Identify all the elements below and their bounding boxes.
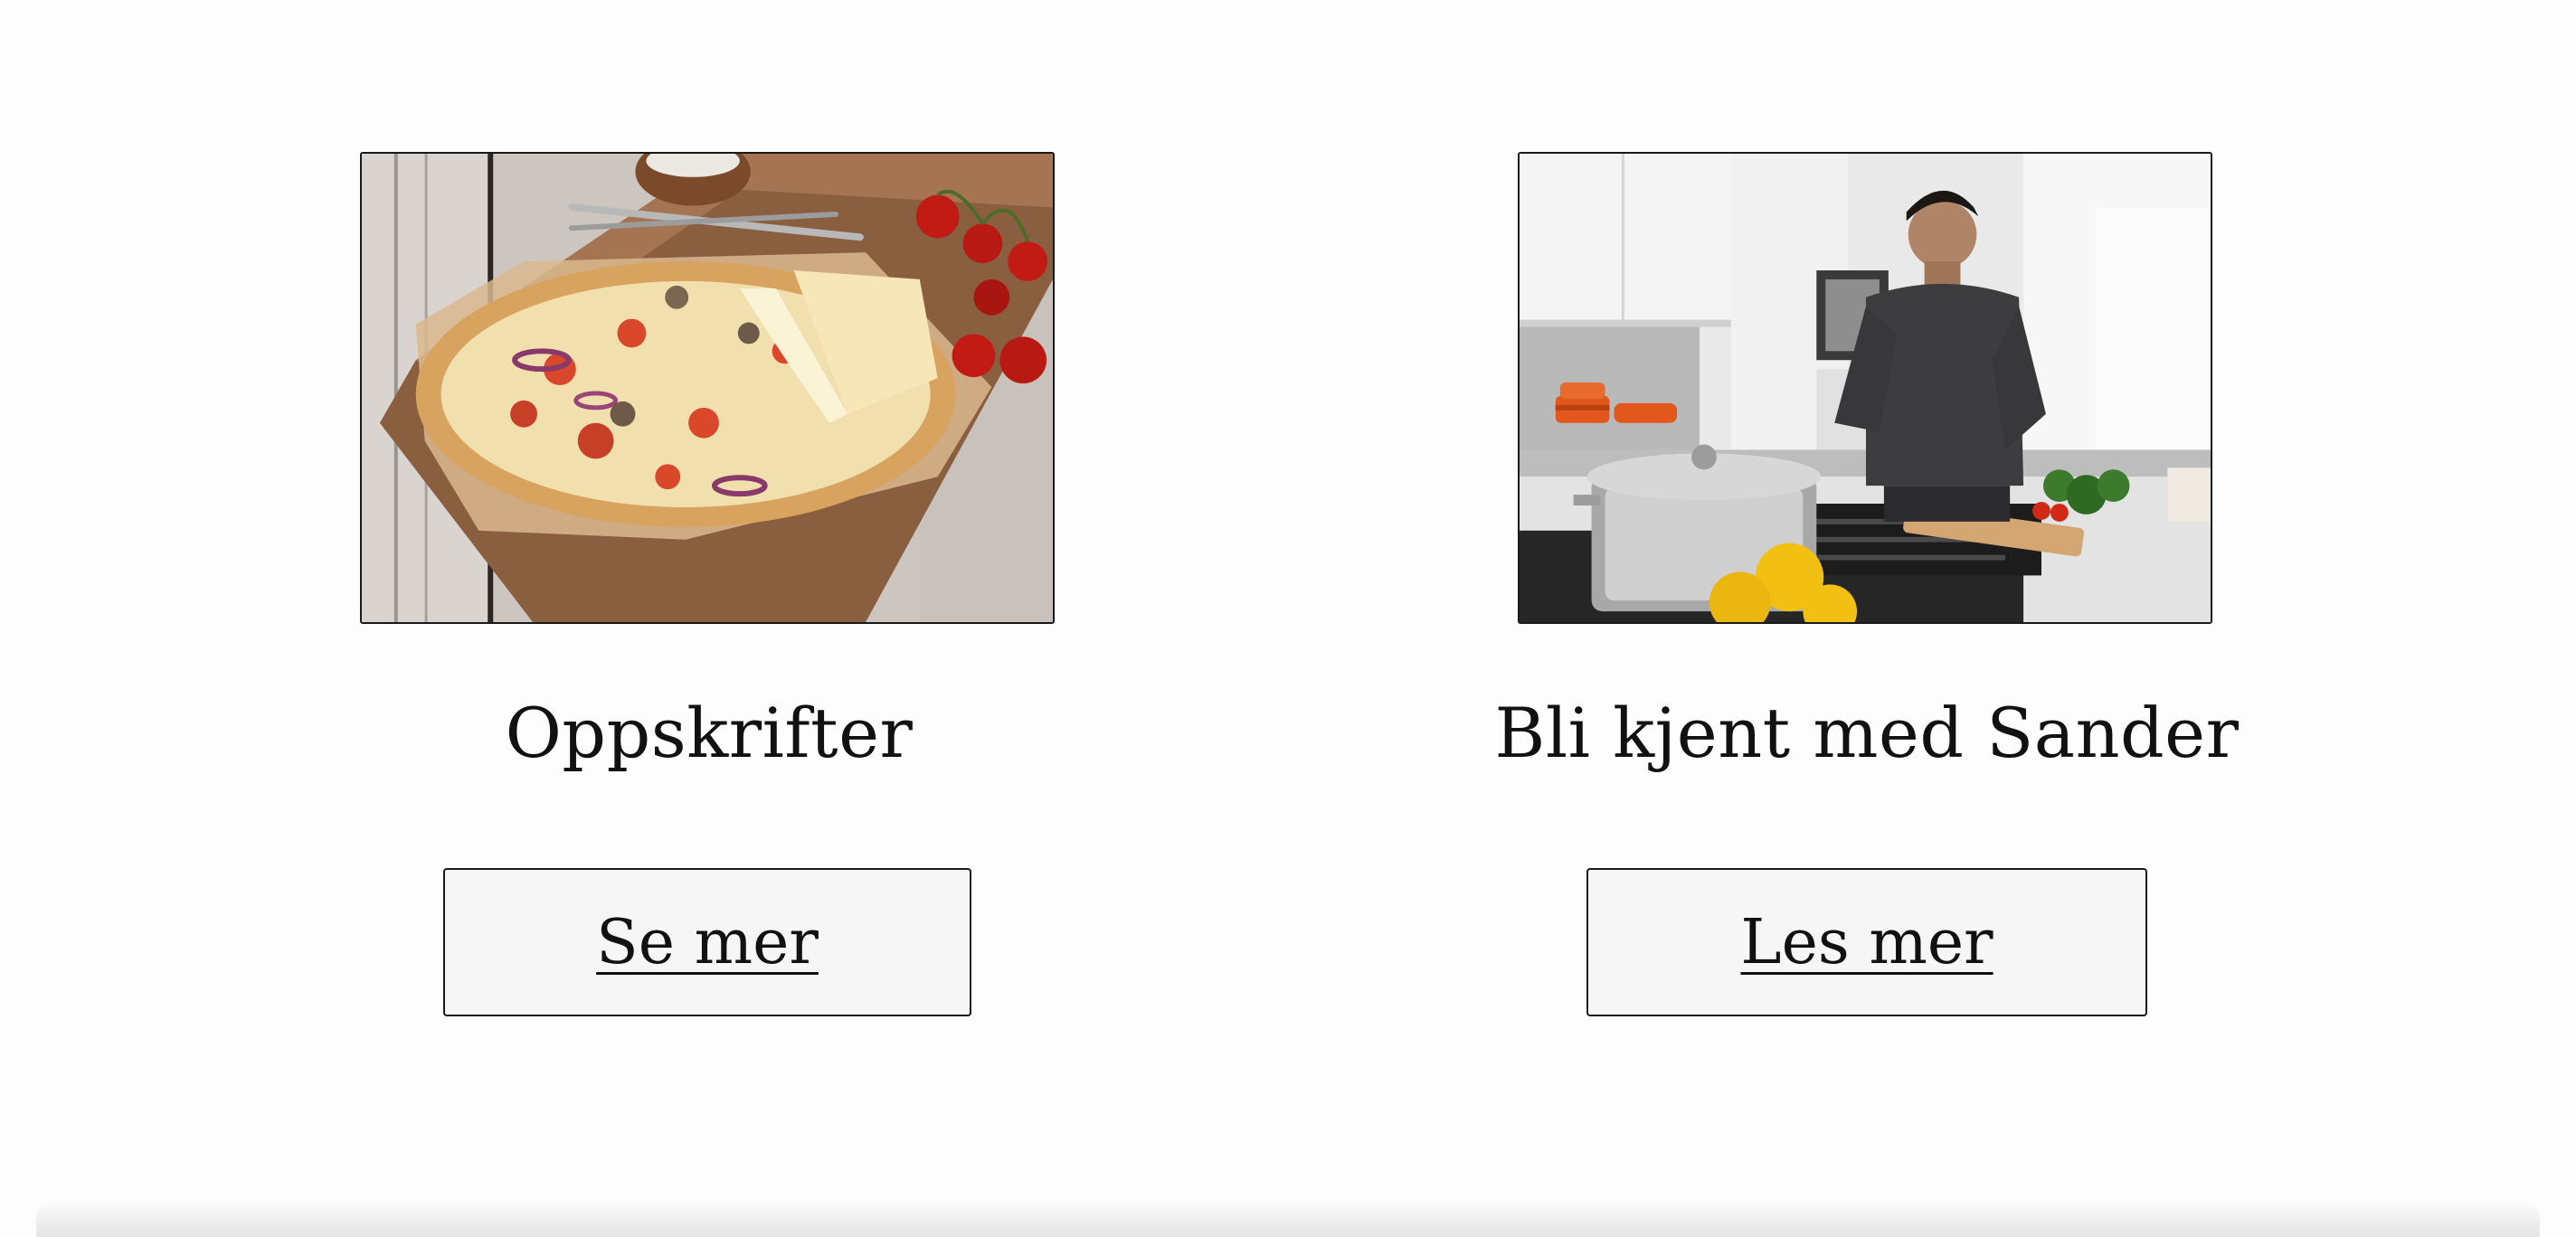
kitchen-chef-image xyxy=(1518,152,2212,624)
about-sander-card: Bli kjent med Sander Les mer xyxy=(1495,0,2239,1085)
see-more-button[interactable]: Se mer xyxy=(443,868,971,1016)
pizza-image xyxy=(360,152,1055,624)
about-sander-title: Bli kjent med Sander xyxy=(1494,693,2240,773)
read-more-button[interactable]: Les mer xyxy=(1586,868,2147,1016)
recipes-card: Oppskrifter Se mer xyxy=(358,0,1064,1085)
recipes-title: Oppskrifter xyxy=(505,693,914,773)
bottom-shadow xyxy=(36,1201,2540,1237)
